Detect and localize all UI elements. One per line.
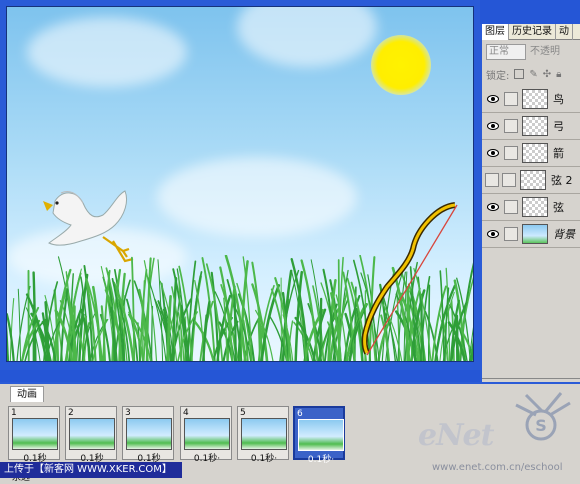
eye-icon[interactable] — [485, 226, 501, 242]
animation-frame-3[interactable]: 3 0.1秒 — [122, 406, 174, 464]
layer-thumbnail — [522, 197, 548, 217]
image-canvas[interactable] — [6, 6, 474, 362]
animation-frame-2[interactable]: 2 0.1秒 — [65, 406, 117, 464]
frame-thumbnail — [69, 418, 115, 450]
animation-frame-5[interactable]: 5 0.1秒· — [237, 406, 289, 464]
frame-number: 4 — [183, 408, 189, 418]
layer-thumbnail — [522, 116, 548, 136]
upload-watermark: 上传于【新客网 WWW.XKER.COM】 — [0, 462, 182, 478]
tab-animation[interactable]: 动画 — [10, 386, 44, 402]
frame-delay[interactable]: 0.1秒· — [297, 452, 345, 465]
layer-thumbnail — [522, 143, 548, 163]
layer-thumbnail — [522, 224, 548, 244]
layer-link-box[interactable] — [504, 146, 518, 160]
layer-row-string[interactable]: 弦 — [482, 194, 580, 221]
frame-thumbnail — [298, 419, 344, 451]
layer-name: 鸟 — [553, 93, 564, 106]
blend-row: 正常 不透明 — [486, 44, 580, 62]
eye-icon[interactable] — [485, 118, 501, 134]
frame-thumbnail — [126, 418, 172, 450]
layer-row-string-2[interactable]: 弦 2 — [482, 167, 580, 194]
animation-frame-6[interactable]: 6 0.1秒· — [293, 406, 345, 465]
layer-name: 箭 — [553, 147, 564, 160]
grass-blade — [17, 288, 22, 361]
cloud — [27, 17, 187, 87]
lock-move-icon[interactable]: ✣ — [543, 69, 551, 80]
frame-thumbnail — [12, 418, 58, 450]
layer-thumbnail — [520, 170, 546, 190]
tab-history[interactable]: 历史记录 — [509, 24, 556, 40]
animation-frame-4[interactable]: 4 0.1秒· — [180, 406, 232, 464]
tab-actions[interactable]: 动 — [556, 24, 573, 40]
lock-label: 锁定: — [486, 70, 510, 82]
frame-delay[interactable]: 0.1秒· — [240, 451, 288, 464]
layer-name: 弦 2 — [551, 174, 573, 187]
eye-icon[interactable] — [485, 91, 501, 107]
hidden-eye-box[interactable] — [485, 173, 499, 187]
layer-name: 弓 — [553, 120, 564, 133]
blend-mode-select[interactable]: 正常 — [486, 44, 526, 60]
eye-icon[interactable] — [485, 199, 501, 215]
layers-panel: 图层 历史记录 动 正常 不透明 锁定: ✎ ✣ 🔒︎ 鸟 弓 箭 弦 2 弦 … — [480, 24, 580, 398]
site-logo: eNet — [418, 418, 494, 453]
eye-icon[interactable] — [485, 145, 501, 161]
frame-number: 3 — [125, 408, 131, 418]
layers-panel-tabs: 图层 历史记录 动 — [482, 24, 580, 40]
lock-paint-icon[interactable]: ✎ — [529, 69, 537, 80]
layer-link-box[interactable] — [504, 119, 518, 133]
tab-layers[interactable]: 图层 — [482, 24, 509, 40]
frame-delay[interactable]: 0.1秒· — [183, 451, 231, 464]
frame-thumbnail — [184, 418, 230, 450]
layer-link-box[interactable] — [502, 173, 516, 187]
layer-link-box[interactable] — [504, 227, 518, 241]
grass-blade — [470, 343, 473, 361]
lock-row: 锁定: ✎ ✣ 🔒︎ — [486, 66, 580, 82]
site-url: www.enet.com.cn/eschool — [432, 462, 563, 473]
layer-thumbnail — [522, 89, 548, 109]
svg-text:S: S — [535, 416, 547, 435]
opacity-label: 不透明 — [530, 46, 560, 57]
layer-list: 鸟 弓 箭 弦 2 弦 背景 — [482, 86, 580, 378]
layer-row-arrow[interactable]: 箭 — [482, 140, 580, 167]
lock-transparency-icon[interactable] — [514, 69, 525, 79]
layer-row-bow[interactable]: 弓 — [482, 113, 580, 140]
frame-thumbnail — [241, 418, 287, 450]
layer-row-background[interactable]: 背景 — [482, 221, 580, 248]
frame-number: 5 — [240, 408, 246, 418]
frame-number: 1 — [11, 408, 17, 418]
layer-name: 背景 — [553, 228, 575, 241]
lock-all-icon[interactable]: 🔒︎ — [556, 69, 561, 80]
layer-name: 弦 — [553, 201, 564, 214]
animation-frame-1[interactable]: 1 0.1秒 — [8, 406, 60, 464]
bow-icon — [361, 202, 458, 356]
sun — [371, 35, 431, 95]
cloud — [157, 157, 357, 237]
cloud — [237, 7, 377, 67]
frame-number: 2 — [68, 408, 74, 418]
layer-link-box[interactable] — [504, 92, 518, 106]
eagle-emblem-icon: S — [515, 392, 571, 441]
grass-blade — [319, 297, 323, 361]
frame-number: 6 — [297, 409, 303, 419]
layer-row-bird[interactable]: 鸟 — [482, 86, 580, 113]
layer-link-box[interactable] — [504, 200, 518, 214]
document-window — [0, 0, 480, 370]
